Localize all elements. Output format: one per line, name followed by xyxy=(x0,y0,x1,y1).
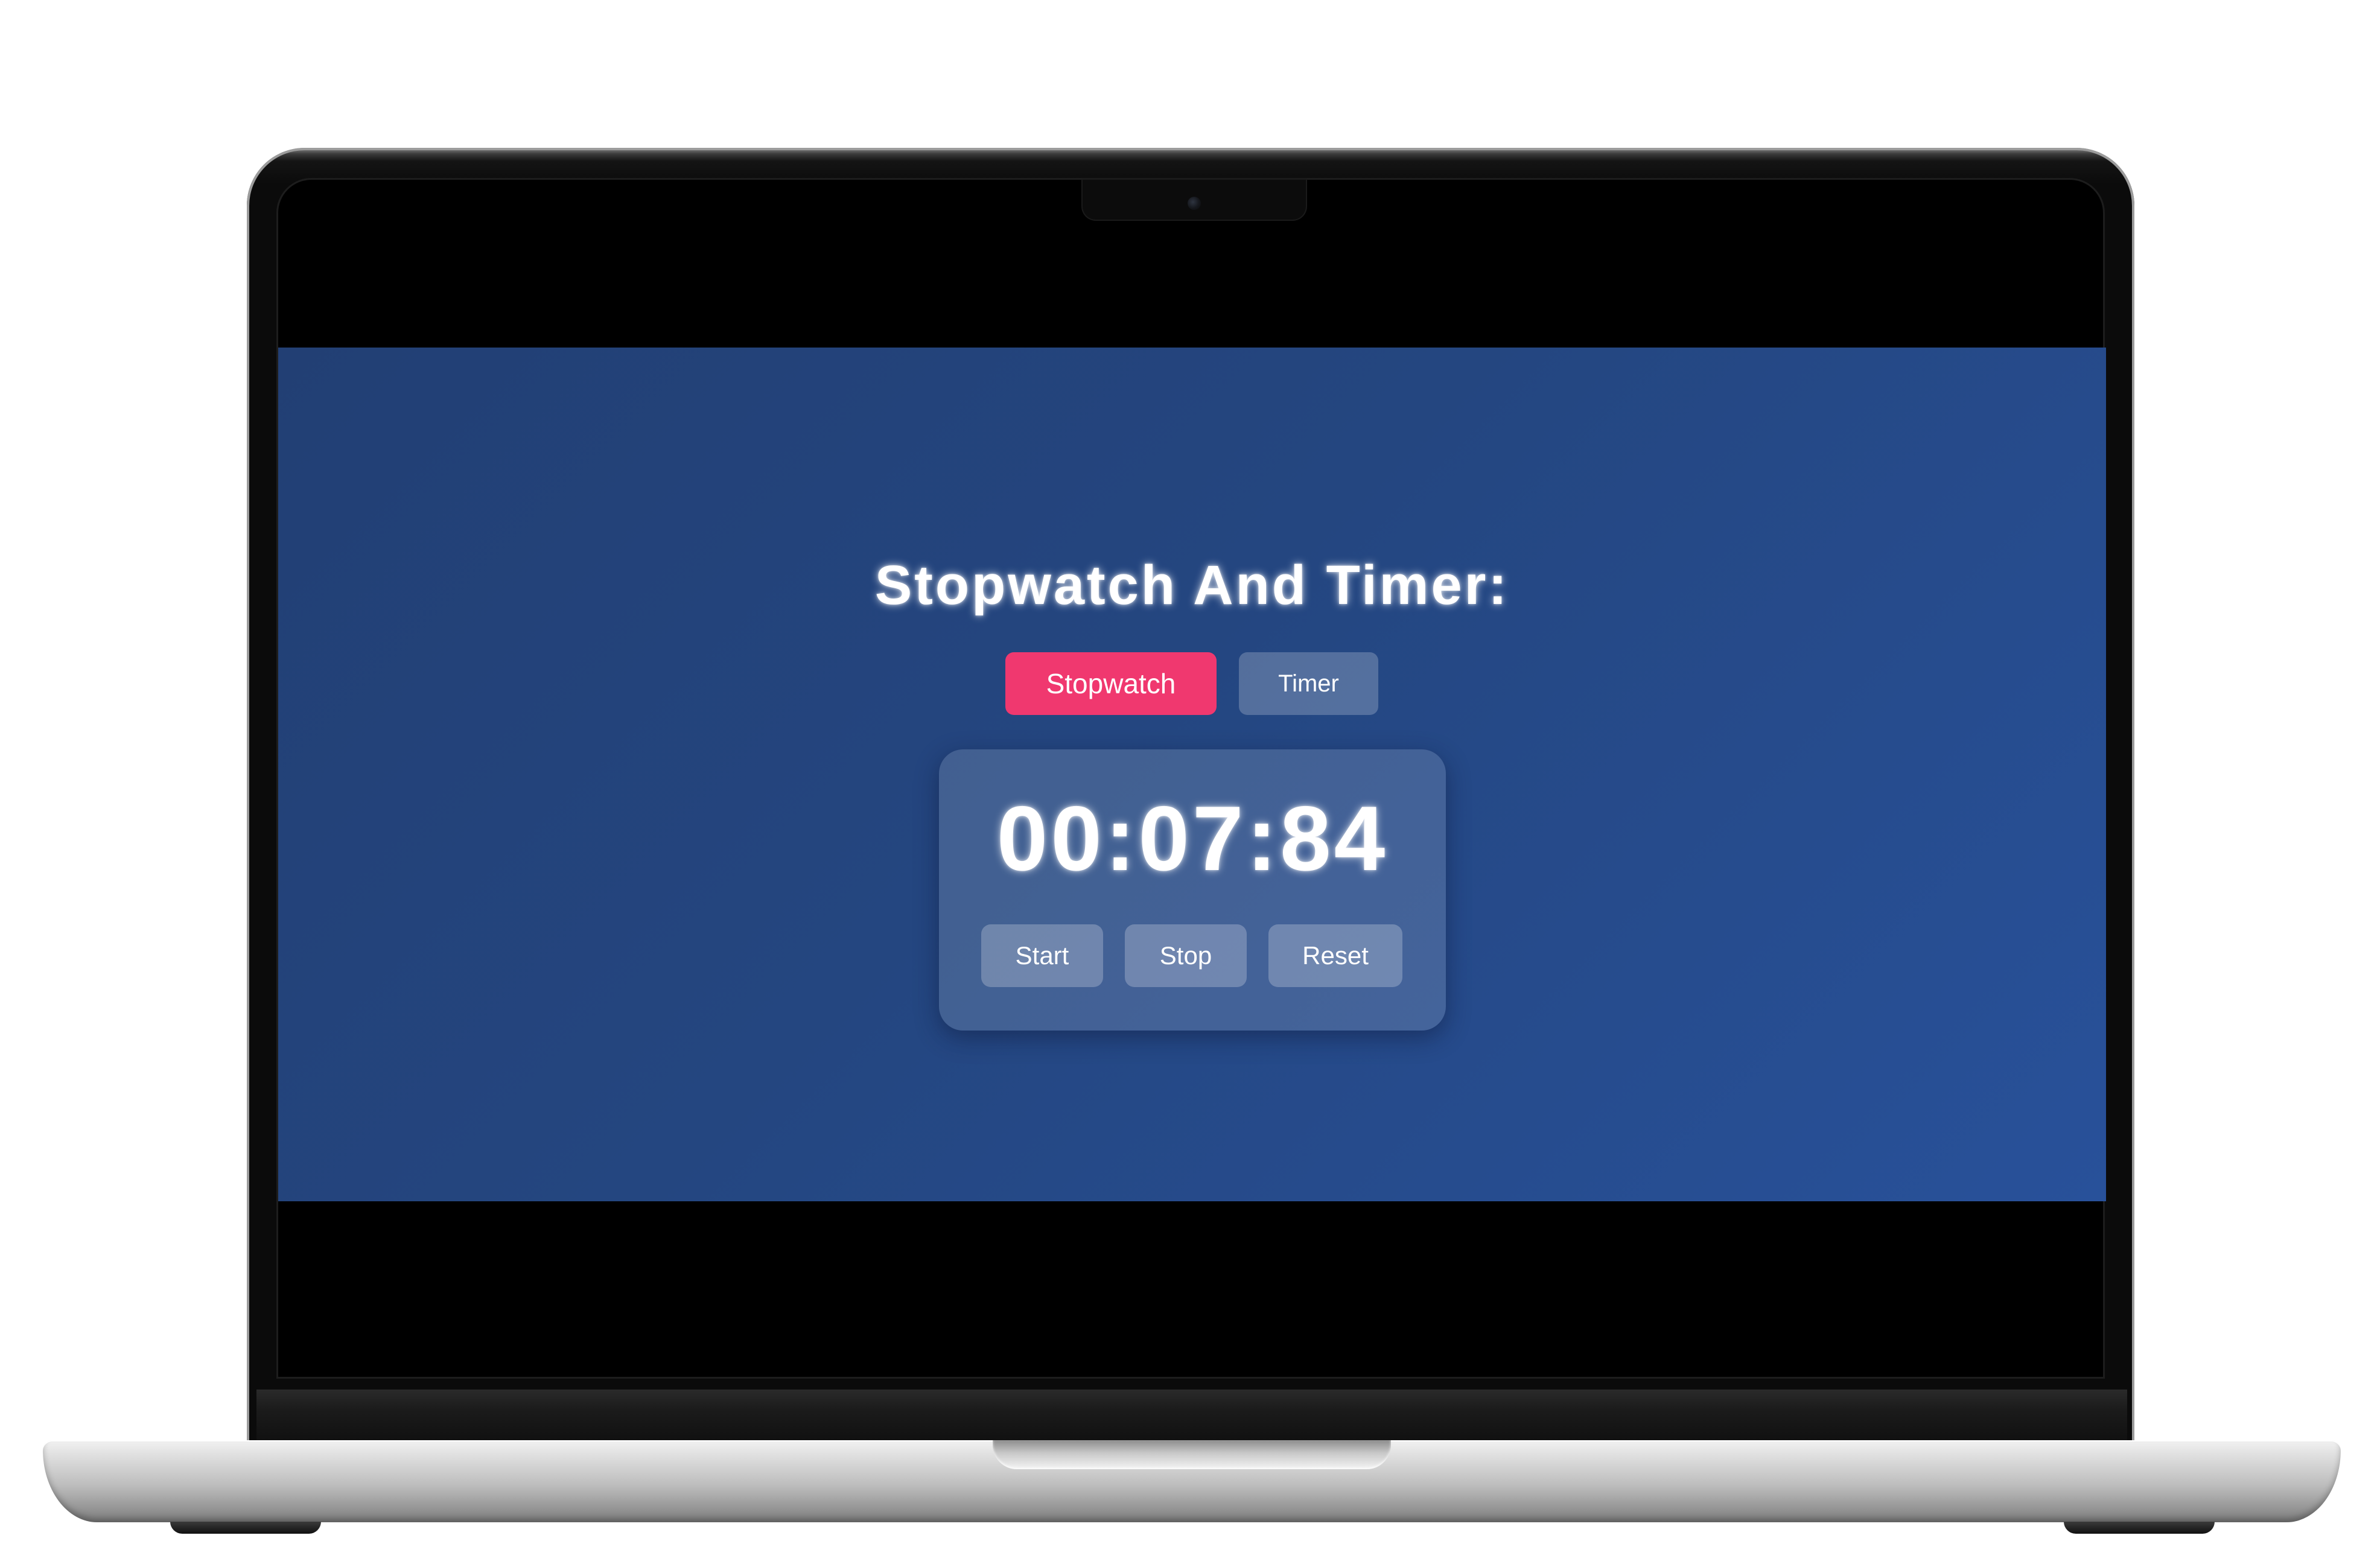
laptop-hinge xyxy=(256,1390,2127,1440)
page-title: Stopwatch And Timer: xyxy=(874,554,1510,616)
lid-opening-notch xyxy=(993,1440,1391,1469)
stopwatch-card: 00:07:84 Start Stop Reset xyxy=(939,749,1446,1031)
mode-tabs: Stopwatch Timer xyxy=(278,652,2106,716)
stop-button[interactable]: Stop xyxy=(1125,924,1247,987)
time-display: 00:07:84 xyxy=(996,787,1389,890)
camera-icon xyxy=(1188,197,1201,210)
app-screen: Stopwatch And Timer: Stopwatch Timer 00:… xyxy=(278,348,2106,1201)
laptop-mockup: Stopwatch And Timer: Stopwatch Timer 00:… xyxy=(0,0,2380,1547)
laptop-foot-left xyxy=(170,1522,321,1534)
tab-stopwatch[interactable]: Stopwatch xyxy=(1005,652,1217,715)
tab-timer[interactable]: Timer xyxy=(1239,652,1378,715)
start-button[interactable]: Start xyxy=(981,924,1103,987)
camera-notch xyxy=(1083,180,1306,220)
laptop-foot-right xyxy=(2064,1522,2215,1534)
reset-button[interactable]: Reset xyxy=(1268,924,1402,987)
